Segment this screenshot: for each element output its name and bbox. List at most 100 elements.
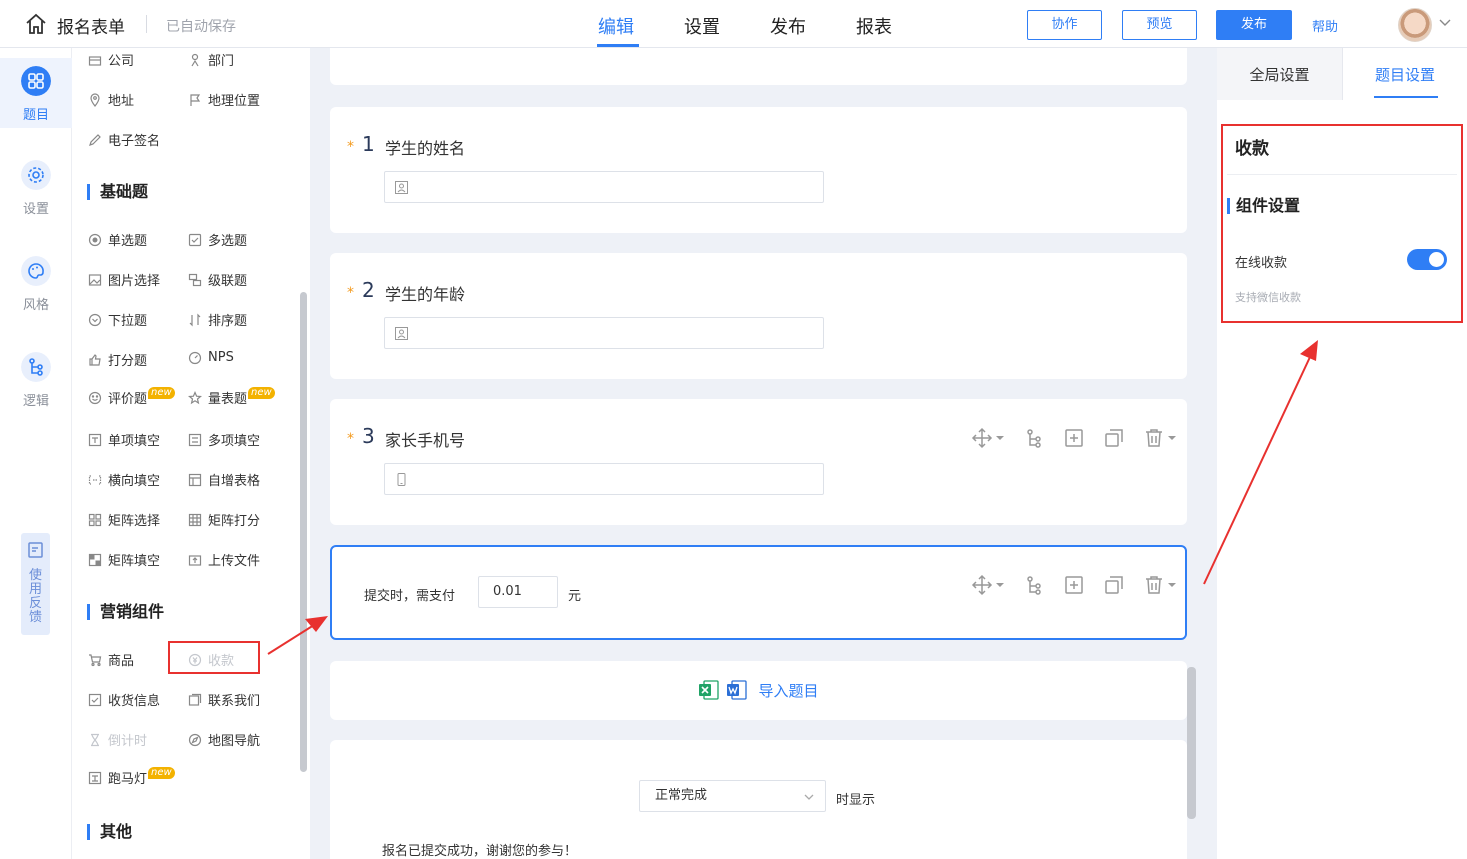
excel-icon bbox=[699, 680, 720, 700]
question-card-1[interactable]: * 1 学生的姓名 bbox=[330, 107, 1187, 233]
move-icon[interactable] bbox=[971, 427, 993, 449]
question-card-3[interactable]: * 3 家长手机号 bbox=[330, 399, 1187, 525]
completion-condition-select[interactable]: 正常完成 bbox=[639, 780, 826, 812]
collaborate-button[interactable]: 协作 bbox=[1027, 10, 1102, 40]
publish-button[interactable]: 发布 bbox=[1216, 10, 1292, 40]
component-multi-choice[interactable]: 多选题 bbox=[188, 230, 247, 249]
question-title[interactable]: 学生的年龄 bbox=[385, 281, 465, 305]
component-evaluation[interactable]: 评价题 new bbox=[88, 386, 175, 407]
text-input-preview[interactable] bbox=[384, 317, 824, 349]
component-scale[interactable]: 量表题 new bbox=[188, 386, 275, 407]
rail-item-style[interactable]: 风格 bbox=[0, 256, 72, 313]
logic-branch-icon[interactable] bbox=[1023, 574, 1045, 596]
chevron-down-icon[interactable] bbox=[1438, 15, 1452, 29]
edit-note-icon bbox=[27, 542, 43, 558]
chevron-down-icon[interactable] bbox=[1167, 433, 1177, 443]
canvas-scrollbar[interactable] bbox=[1187, 667, 1196, 819]
trash-icon[interactable] bbox=[1143, 427, 1165, 449]
component-sort[interactable]: 排序题 bbox=[188, 310, 247, 329]
component-company[interactable]: 公司 bbox=[88, 50, 134, 69]
preview-button[interactable]: 预览 bbox=[1122, 10, 1197, 40]
rail-item-settings[interactable]: 设置 bbox=[0, 160, 72, 217]
component-upload-file[interactable]: 上传文件 bbox=[188, 550, 260, 569]
chevron-down-icon bbox=[804, 794, 814, 800]
component-matrix-fill[interactable]: 矩阵填空 bbox=[88, 550, 160, 569]
avatar[interactable] bbox=[1398, 8, 1432, 42]
add-icon[interactable] bbox=[1063, 574, 1085, 596]
add-icon[interactable] bbox=[1063, 427, 1085, 449]
logic-branch-icon[interactable] bbox=[1023, 427, 1045, 449]
active-tab-underline bbox=[1374, 96, 1438, 98]
component-rating[interactable]: 打分题 bbox=[88, 350, 147, 369]
tab-question-settings[interactable]: 题目设置 bbox=[1343, 48, 1467, 100]
question-card-2[interactable]: * 2 学生的年龄 bbox=[330, 253, 1187, 379]
tab-publish[interactable]: 发布 bbox=[770, 13, 806, 39]
component-multi-fill[interactable]: 多项填空 bbox=[188, 430, 260, 449]
component-countdown[interactable]: 倒计时 bbox=[88, 730, 147, 749]
question-title[interactable]: 学生的姓名 bbox=[385, 135, 465, 159]
copy-icon[interactable] bbox=[1103, 427, 1125, 449]
component-auto-table[interactable]: 自增表格 bbox=[188, 470, 260, 489]
rail-item-questions[interactable]: 题目 bbox=[0, 58, 72, 128]
component-marquee[interactable]: 跑马灯 new bbox=[88, 766, 175, 787]
component-product[interactable]: 商品 bbox=[88, 650, 134, 669]
component-map-navigation[interactable]: 地图导航 bbox=[188, 730, 260, 749]
copy-icon[interactable] bbox=[1103, 574, 1125, 596]
autosave-status: 已自动保存 bbox=[166, 19, 236, 35]
chevron-down-icon[interactable] bbox=[995, 580, 1005, 590]
component-geolocation[interactable]: 地理位置 bbox=[188, 90, 260, 109]
component-image-choice[interactable]: 图片选择 bbox=[88, 270, 160, 289]
component-single-fill[interactable]: 单项填空 bbox=[88, 430, 160, 449]
chevron-down-icon[interactable] bbox=[1167, 580, 1177, 590]
sort-icon bbox=[189, 313, 201, 326]
import-questions-row[interactable]: 导入题目 bbox=[330, 679, 1187, 701]
section-title-basic: 基础题 bbox=[87, 184, 148, 200]
gauge-icon bbox=[188, 351, 202, 364]
panel-scrollbar[interactable] bbox=[300, 292, 307, 772]
completion-message[interactable]: 报名已提交成功，谢谢您的参与！ bbox=[382, 840, 577, 859]
component-nps[interactable]: NPS bbox=[188, 350, 234, 365]
component-matrix-select[interactable]: 矩阵选择 bbox=[88, 510, 160, 529]
feedback-button[interactable]: 使用反馈 bbox=[21, 533, 50, 635]
required-star: * bbox=[347, 431, 354, 447]
compass-icon bbox=[188, 733, 202, 746]
component-matrix-score[interactable]: 矩阵打分 bbox=[188, 510, 260, 529]
image-icon bbox=[88, 273, 102, 286]
payment-card[interactable]: 提交时，需支付 0.01 元 bbox=[330, 545, 1187, 640]
help-link[interactable]: 帮助 bbox=[1312, 16, 1338, 35]
pen-icon bbox=[89, 133, 101, 146]
component-signature[interactable]: 电子签名 bbox=[88, 130, 160, 149]
building-icon bbox=[88, 55, 102, 66]
rail-item-logic[interactable]: 逻辑 bbox=[0, 352, 72, 409]
component-shipping-info[interactable]: 收货信息 bbox=[88, 690, 160, 709]
component-address[interactable]: 地址 bbox=[88, 90, 134, 109]
new-badge: new bbox=[148, 386, 175, 399]
phone-input-preview[interactable] bbox=[384, 463, 824, 495]
phone-icon bbox=[397, 473, 406, 486]
question-toolbar bbox=[971, 427, 1177, 449]
move-icon[interactable] bbox=[971, 574, 993, 596]
component-department[interactable]: 部门 bbox=[188, 50, 234, 69]
chevron-down-icon[interactable] bbox=[995, 433, 1005, 443]
tab-report[interactable]: 报表 bbox=[856, 13, 892, 39]
component-panel: 公司 部门 地址 地理位置 电子签名 基础题 单选题 多选题 图片选择 级联题 … bbox=[72, 48, 310, 859]
component-dropdown[interactable]: 下拉题 bbox=[88, 310, 147, 329]
import-card[interactable]: 导入题目 bbox=[330, 661, 1187, 720]
import-questions-link[interactable]: 导入题目 bbox=[758, 680, 818, 701]
component-single-choice[interactable]: 单选题 bbox=[88, 230, 147, 249]
thumb-up-icon bbox=[89, 353, 101, 366]
tab-global-settings[interactable]: 全局设置 bbox=[1217, 48, 1343, 100]
component-inline-fill[interactable]: 横向填空 bbox=[88, 470, 160, 489]
text-input-preview[interactable] bbox=[384, 171, 824, 203]
completion-card[interactable]: 正常完成 时显示 报名已提交成功，谢谢您的参与！ bbox=[330, 740, 1187, 859]
home-icon[interactable] bbox=[24, 12, 48, 36]
payment-amount-input[interactable]: 0.01 bbox=[478, 576, 558, 608]
tab-settings[interactable]: 设置 bbox=[684, 13, 720, 39]
component-cascade[interactable]: 级联题 bbox=[188, 270, 247, 289]
required-star: * bbox=[347, 285, 354, 301]
table-icon bbox=[188, 473, 202, 486]
component-contact-us[interactable]: 联系我们 bbox=[188, 690, 260, 709]
question-title[interactable]: 家长手机号 bbox=[385, 427, 465, 451]
trash-icon[interactable] bbox=[1143, 574, 1165, 596]
tab-edit[interactable]: 编辑 bbox=[598, 13, 634, 39]
